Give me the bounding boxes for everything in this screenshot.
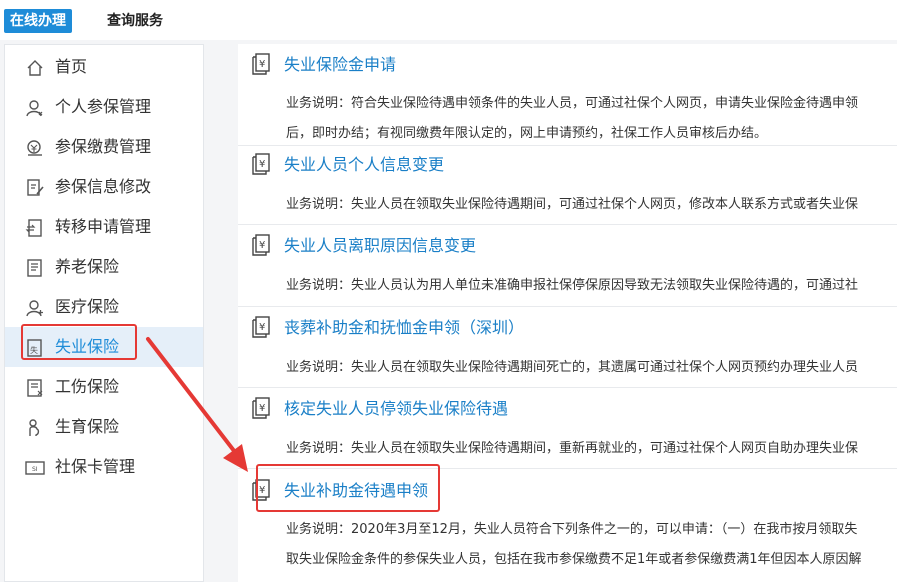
top-tab-bar: 在线办理 查询服务 (0, 0, 897, 40)
sidebar-item-social-card[interactable]: SI 社保卡管理 (5, 447, 203, 487)
yuan-document-icon: ¥ (252, 397, 270, 419)
service-description: 业务说明：失业人员认为用人单位未准确申报社保停保原因导致无法领取失业保险待遇的，… (286, 278, 859, 293)
service-description: 业务说明：失业人员在领取失业保险待遇期间死亡的，其遗属可通过社保个人网页预约办理… (286, 360, 859, 375)
sidebar-item-label: 工伤保险 (55, 377, 120, 396)
yuan-document-icon: ¥ (252, 479, 270, 501)
person-icon (26, 100, 43, 117)
yuan-document-icon: ¥ (252, 234, 270, 256)
injury-document-icon (27, 379, 43, 397)
svg-text:¥: ¥ (259, 322, 265, 333)
service-title-link[interactable]: 失业保险金申请 (284, 52, 396, 78)
svg-text:¥: ¥ (259, 403, 265, 414)
sidebar-item-pension[interactable]: 养老保险 (5, 247, 203, 287)
service-list: ¥ 失业保险金申请 业务说明：符合失业保险待遇申领条件的失业人员，可通过社保个人… (238, 44, 897, 582)
service-description: 后，即时办结；有视同缴费年限认定的，网上申请预约，社保工作人员审核后办结。 (286, 126, 768, 141)
sidebar-item-work-injury[interactable]: 工伤保险 (5, 367, 203, 407)
sidebar-item-label: 首页 (55, 57, 88, 76)
sidebar-item-label: 失业保险 (55, 337, 120, 356)
card-icon: SI (25, 461, 45, 475)
sidebar-item-label: 参保缴费管理 (55, 137, 152, 156)
yuan-document-icon: ¥ (252, 316, 270, 338)
sidebar-item-label: 参保信息修改 (55, 177, 152, 196)
sidebar-item-info-edit[interactable]: 参保信息修改 (5, 167, 203, 207)
sidebar-item-payment[interactable]: 参保缴费管理 (5, 127, 203, 167)
sidebar-item-label: 社保卡管理 (55, 457, 136, 476)
svg-text:¥: ¥ (259, 159, 265, 170)
service-title-link[interactable]: 失业人员个人信息变更 (284, 152, 444, 178)
svg-text:失: 失 (30, 345, 38, 355)
service-description: 业务说明：2020年3月至12月，失业人员符合下列条件之一的，可以申请：（一）在… (286, 522, 858, 537)
service-description: 业务说明：失业人员在领取失业保险待遇期间，可通过社保个人网页，修改本人联系方式或… (286, 197, 859, 212)
yuan-document-icon: ¥ (252, 53, 270, 75)
sidebar-item-label: 转移申请管理 (55, 217, 152, 236)
service-description: 取失业保险金条件的参保失业人员，包括在我市参保缴费不足1年或者参保缴费满1年但因… (286, 552, 862, 567)
sidebar-item-label: 生育保险 (55, 417, 120, 436)
sidebar-item-unemployment[interactable]: 失 失业保险 (5, 327, 203, 367)
service-title-link[interactable]: 丧葬补助金和抚恤金申领（深圳） (284, 315, 524, 341)
sidebar-item-home[interactable]: 首页 (5, 47, 203, 87)
sidebar-item-personal-insurance[interactable]: 个人参保管理 (5, 87, 203, 127)
service-description: 业务说明：失业人员在领取失业保险待遇期间，重新再就业的，可通过社保个人网页自助办… (286, 441, 859, 456)
edit-icon (27, 179, 44, 196)
tab-online-handling[interactable]: 在线办理 (4, 9, 72, 33)
transfer-icon (25, 219, 42, 237)
divider (238, 306, 897, 307)
service-description: 业务说明：符合失业保险待遇申领条件的失业人员，可通过社保个人网页，申请失业保险金… (286, 96, 859, 111)
divider (238, 145, 897, 146)
sidebar-item-label: 医疗保险 (55, 297, 120, 316)
sidebar: 首页 个人参保管理 参保缴费管理 参保信息修改 转移申请管理 养老保险 医疗保险… (4, 44, 204, 582)
sidebar-item-transfer[interactable]: 转移申请管理 (5, 207, 203, 247)
unemployment-icon: 失 (27, 339, 42, 357)
payment-icon (27, 140, 42, 156)
sidebar-item-maternity[interactable]: 生育保险 (5, 407, 203, 447)
svg-text:¥: ¥ (259, 485, 265, 496)
svg-text:¥: ¥ (259, 240, 265, 251)
svg-text:¥: ¥ (259, 59, 265, 70)
sidebar-item-medical[interactable]: 医疗保险 (5, 287, 203, 327)
document-icon (27, 259, 42, 277)
svg-text:SI: SI (32, 466, 38, 473)
yuan-document-icon: ¥ (252, 153, 270, 175)
tab-query-service[interactable]: 查询服务 (101, 9, 169, 33)
service-title-link[interactable]: 核定失业人员停领失业保险待遇 (284, 396, 508, 422)
sidebar-item-label: 个人参保管理 (55, 97, 152, 116)
maternity-icon (29, 419, 40, 436)
divider (238, 468, 897, 469)
divider (238, 387, 897, 388)
divider (238, 224, 897, 225)
service-title-link[interactable]: 失业补助金待遇申领 (284, 478, 428, 504)
home-icon (27, 60, 43, 76)
service-title-link[interactable]: 失业人员离职原因信息变更 (284, 233, 476, 259)
medical-person-icon (26, 300, 43, 317)
sidebar-item-label: 养老保险 (55, 257, 120, 276)
